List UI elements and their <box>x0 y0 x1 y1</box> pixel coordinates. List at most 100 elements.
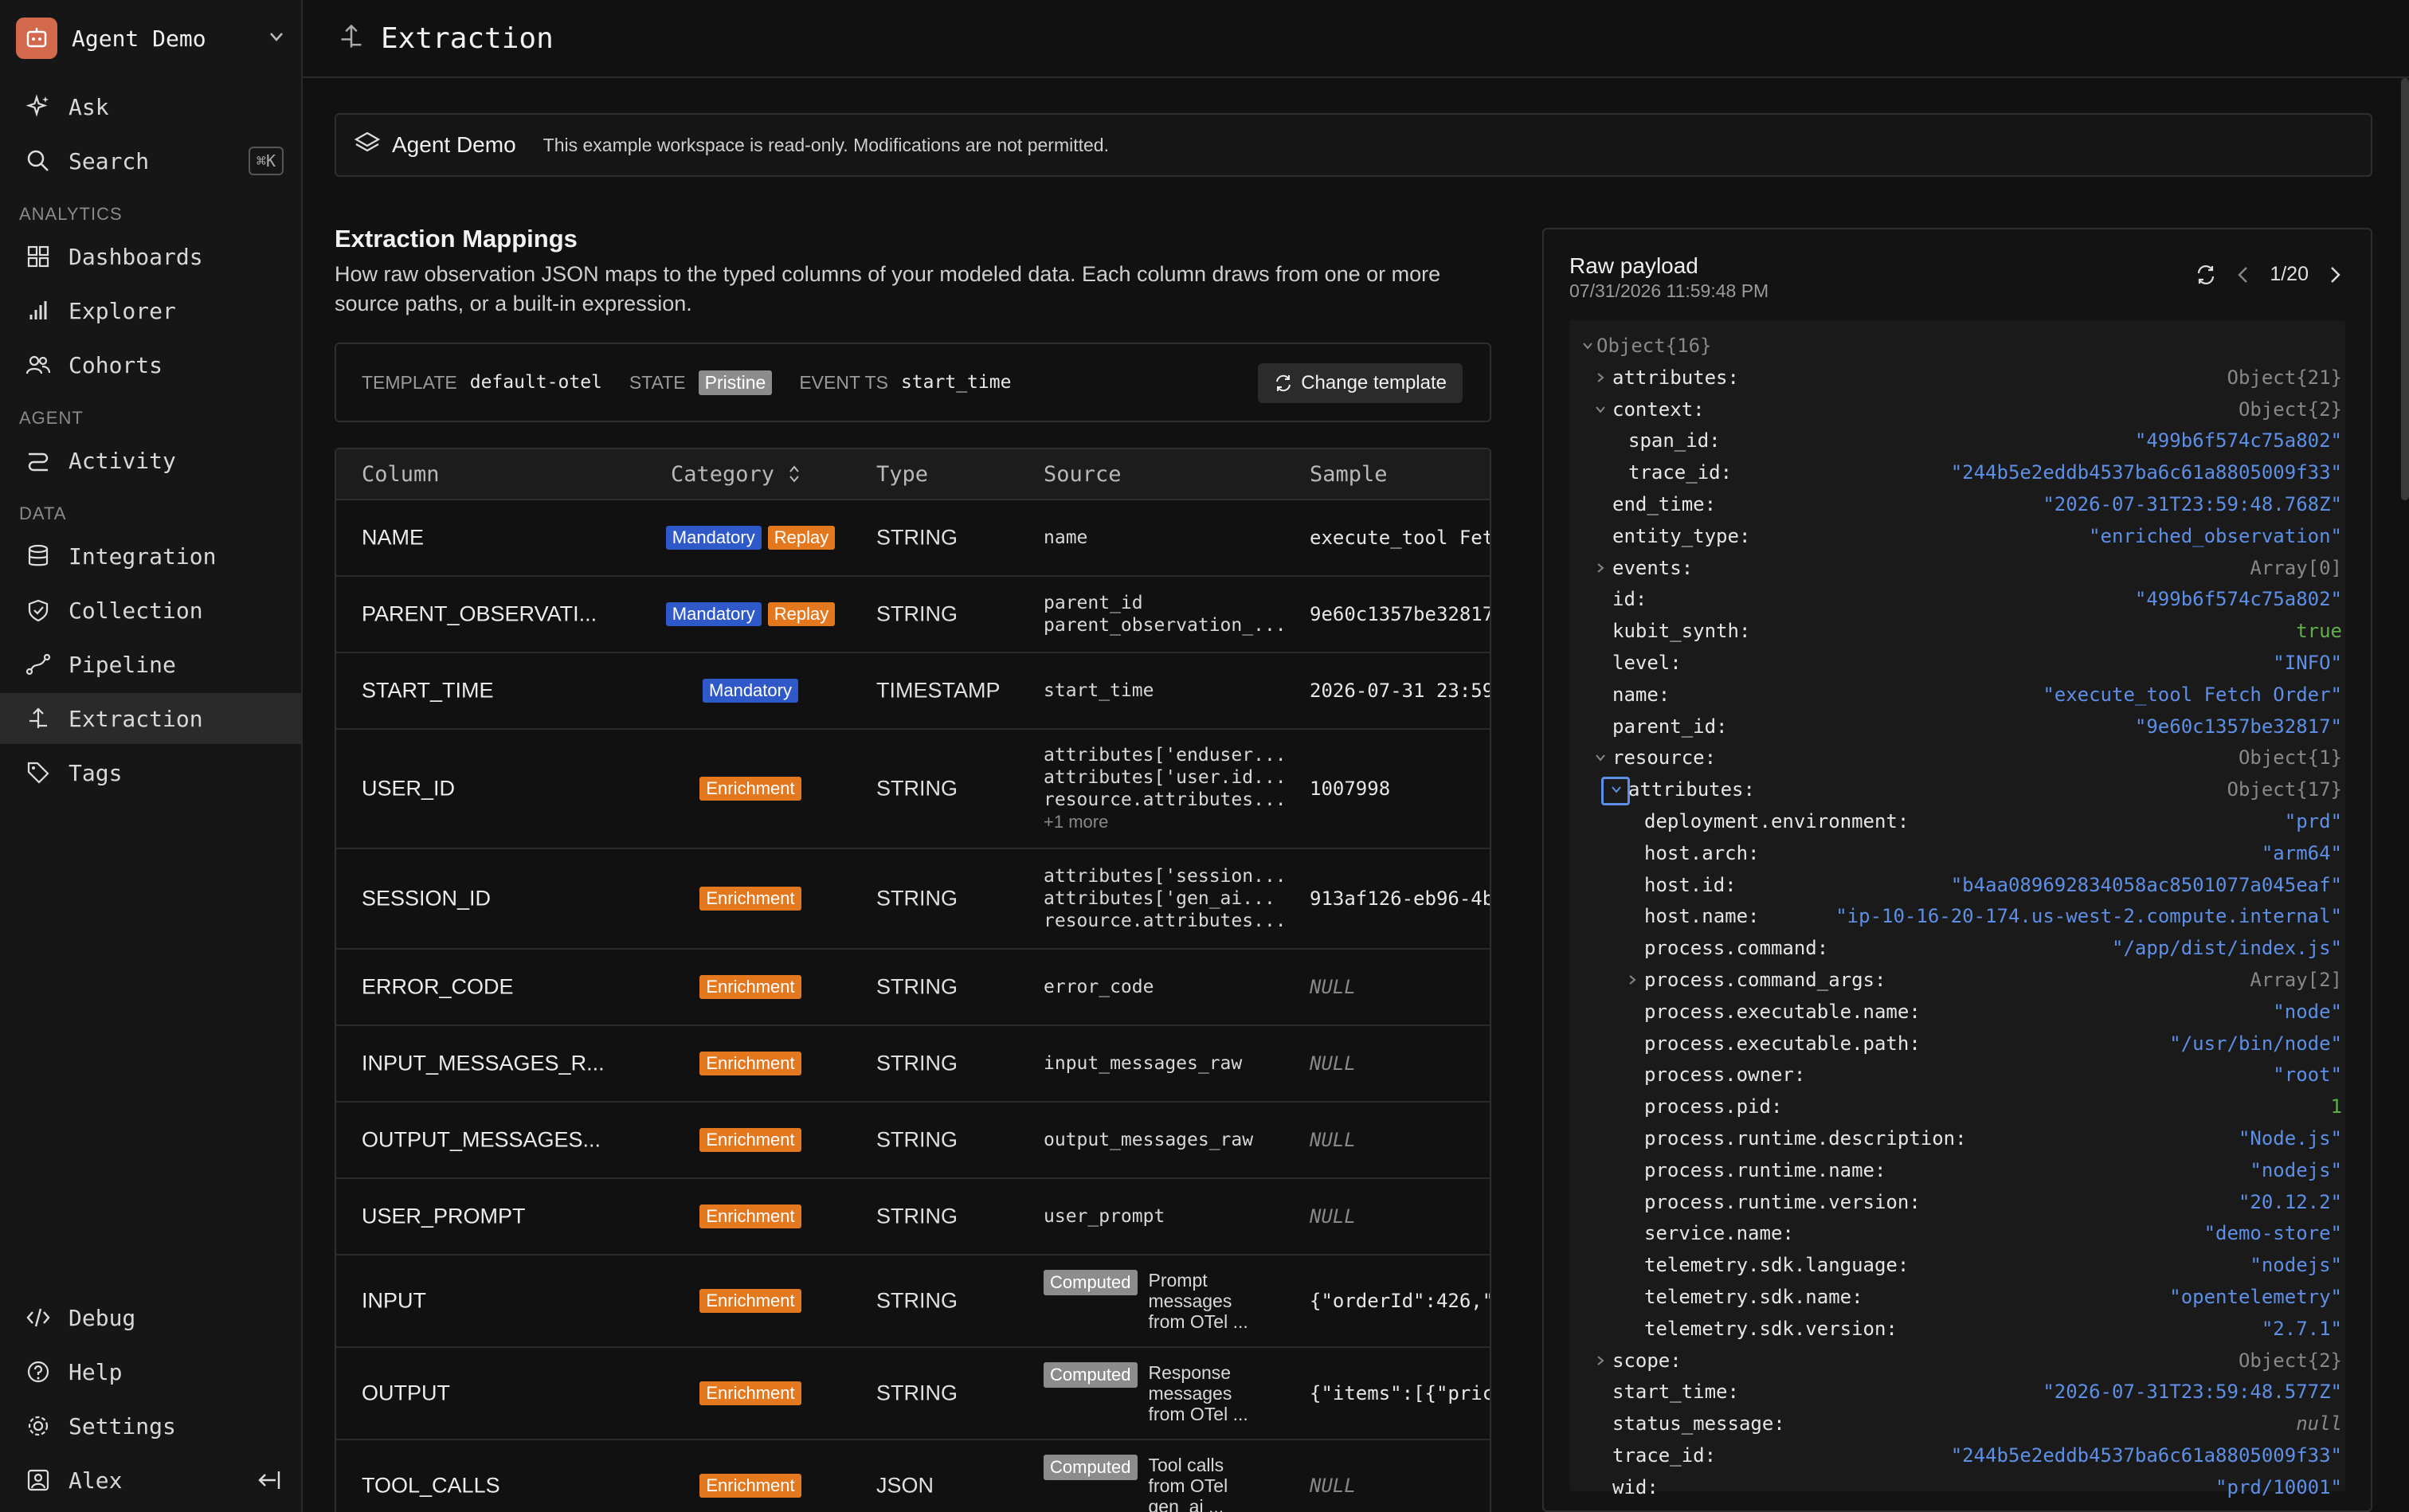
table-row[interactable]: OUTPUT_MESSAGES... Enrichment STRING output… <box>336 1103 1490 1179</box>
chevron-down-icon[interactable] <box>1581 338 1595 357</box>
nav-dashboards[interactable]: Dashboards <box>0 231 301 282</box>
json-value: "b4aa089692834058ac8501077a045eaf" <box>1950 873 2342 896</box>
chevron-right-icon[interactable] <box>1593 560 1608 579</box>
json-line: parent_id: "9e60c1357be32817" <box>1569 712 2345 742</box>
column-sample: {"orderId":426," <box>1310 1290 1491 1312</box>
table-row[interactable]: USER_ID Enrichment STRING attributes['endus… <box>336 730 1490 849</box>
column-sample: NULL <box>1310 1129 1356 1151</box>
json-value: 1 <box>2330 1095 2342 1118</box>
source-path: resource.attributes... <box>1044 911 1287 931</box>
enrichment-badge: Enrichment <box>699 975 801 999</box>
json-key: events: <box>1612 556 1694 579</box>
column-name: NAME <box>362 525 425 550</box>
table-row[interactable]: START_TIME Mandatory TIMESTAMP start_time 20… <box>336 653 1490 730</box>
nav-extraction[interactable]: Extraction <box>0 693 301 744</box>
nav-cohorts[interactable]: Cohorts <box>0 339 301 390</box>
json-value: "demo-store" <box>2203 1222 2342 1245</box>
mandatory-badge: Mandatory <box>665 602 762 626</box>
table-row[interactable]: ERROR_CODE Enrichment STRING error_code NULL <box>336 950 1490 1026</box>
json-key: service.name: <box>1644 1222 1794 1245</box>
computed-badge: Computed <box>1044 1270 1138 1295</box>
source-path: resource.attributes... <box>1044 789 1287 810</box>
table-row[interactable]: NAME Mandatory Replay STRING name execute_too… <box>336 500 1490 577</box>
table-row[interactable]: INPUT_MESSAGES_R... Enrichment STRING input… <box>336 1026 1490 1103</box>
nav-explorer[interactable]: Explorer <box>0 285 301 336</box>
col-header-sample[interactable]: Sample <box>1310 462 1388 487</box>
json-line[interactable]: events: Array[0] <box>1569 554 2345 584</box>
nav-collection[interactable]: Collection <box>0 585 301 636</box>
table-row[interactable]: OUTPUT Enrichment STRING Computed Response me… <box>336 1348 1490 1440</box>
json-line[interactable]: context: Object{2} <box>1569 395 2345 425</box>
json-line: span_id: "499b6f574c75a802" <box>1569 426 2345 456</box>
source-path: name <box>1044 527 1088 548</box>
category-badges: Enrichment <box>647 1205 854 1228</box>
json-key: process.command: <box>1644 937 1829 960</box>
user-menu[interactable]: Alex <box>0 1455 301 1506</box>
col-header-category[interactable]: Category <box>671 462 801 487</box>
json-key: id: <box>1612 588 1647 611</box>
source-path: attributes['session... <box>1044 866 1287 887</box>
col-header-type[interactable]: Type <box>876 462 928 487</box>
nav-search[interactable]: Search ⌘K <box>0 135 301 186</box>
json-key: context: <box>1612 398 1705 421</box>
nav-settings[interactable]: Settings <box>0 1400 301 1451</box>
nav-help[interactable]: Help <box>0 1346 301 1397</box>
json-line[interactable]: resource: Object{1} <box>1569 743 2345 774</box>
nav-activity[interactable]: Activity <box>0 435 301 486</box>
prev-icon[interactable] <box>2235 264 2252 285</box>
workspace-switcher[interactable]: Agent Demo <box>16 16 287 61</box>
table-row[interactable]: SESSION_ID Enrichment STRING attributes['se… <box>336 849 1490 950</box>
json-tree: Object{16} attributes: Object{21} context: O… <box>1569 320 2345 1498</box>
json-value: Array[0] <box>2250 556 2342 579</box>
chevron-down-icon[interactable] <box>1593 750 1608 769</box>
column-source: output_messages_raw <box>1044 1129 1283 1151</box>
column-source: user_prompt <box>1044 1205 1283 1228</box>
change-template-label: Change template <box>1301 372 1447 394</box>
json-line[interactable]: attributes: Object{21} <box>1569 363 2345 394</box>
table-row[interactable]: TOOL_CALLS Enrichment JSON Computed Tool cal… <box>336 1440 1490 1512</box>
column-source: input_messages_raw <box>1044 1052 1283 1075</box>
enrichment-badge: Enrichment <box>699 1052 801 1075</box>
json-line[interactable]: process.command_args: Array[2] <box>1569 966 2345 996</box>
refresh-icon[interactable] <box>2195 264 2217 286</box>
table-row[interactable]: INPUT Enrichment STRING Computed Prompt messa… <box>336 1255 1490 1348</box>
json-value: "prd" <box>2284 810 2342 832</box>
chevron-right-icon[interactable] <box>1593 1353 1608 1372</box>
sidebar: Agent Demo Ask Search ⌘K ANALYTICS Dashb… <box>0 0 303 1512</box>
col-header-column[interactable]: Column <box>362 462 440 487</box>
nav-integration[interactable]: Integration <box>0 531 301 582</box>
json-line[interactable]: attributes: Object{17} <box>1569 775 2345 806</box>
json-line[interactable]: scope: Object{2} <box>1569 1346 2345 1377</box>
col-header-source[interactable]: Source <box>1044 462 1122 487</box>
payload-pager: 1/20 <box>2195 263 2344 286</box>
users-icon <box>24 351 53 379</box>
json-line: telemetry.sdk.language: "nodejs" <box>1569 1251 2345 1281</box>
json-key: trace_id: <box>1612 1444 1717 1467</box>
chevron-right-icon[interactable] <box>1593 370 1608 389</box>
source-path: parent_observation_... <box>1044 615 1287 636</box>
nav-debug[interactable]: Debug <box>0 1292 301 1343</box>
workspace-name: Agent Demo <box>72 25 206 52</box>
more-sources-link[interactable]: +1 more <box>1044 811 1283 833</box>
page-scrollbar[interactable] <box>2401 78 2409 500</box>
column-name: ERROR_CODE <box>362 974 514 999</box>
nav-pipeline[interactable]: Pipeline <box>0 639 301 690</box>
readonly-banner: Agent Demo This example workspace is rea… <box>335 113 2372 177</box>
nav-tags[interactable]: Tags <box>0 747 301 798</box>
chevron-down-icon[interactable] <box>1593 402 1608 421</box>
nav-ask[interactable]: Ask <box>0 81 301 132</box>
template-label: TEMPLATE <box>362 371 457 393</box>
json-line: entity_type: "enriched_observation" <box>1569 522 2345 552</box>
source-line: Response <box>1148 1362 1232 1383</box>
table-row[interactable]: PARENT_OBSERVATI... Mandatory Replay STRING… <box>336 577 1490 653</box>
next-icon[interactable] <box>2326 264 2344 285</box>
chevron-down-icon <box>266 26 287 51</box>
category-badges: Enrichment <box>647 975 854 999</box>
table-row[interactable]: USER_PROMPT Enrichment STRING user_prompt NU… <box>336 1179 1490 1255</box>
json-line[interactable]: Object{16} <box>1569 331 2345 362</box>
json-value: "arm64" <box>2261 841 2342 864</box>
category-badges: Enrichment <box>647 1052 854 1075</box>
chevron-right-icon[interactable] <box>1625 972 1639 991</box>
collapse-sidebar-icon[interactable] <box>257 1467 282 1498</box>
change-template-button[interactable]: Change template <box>1258 363 1463 403</box>
